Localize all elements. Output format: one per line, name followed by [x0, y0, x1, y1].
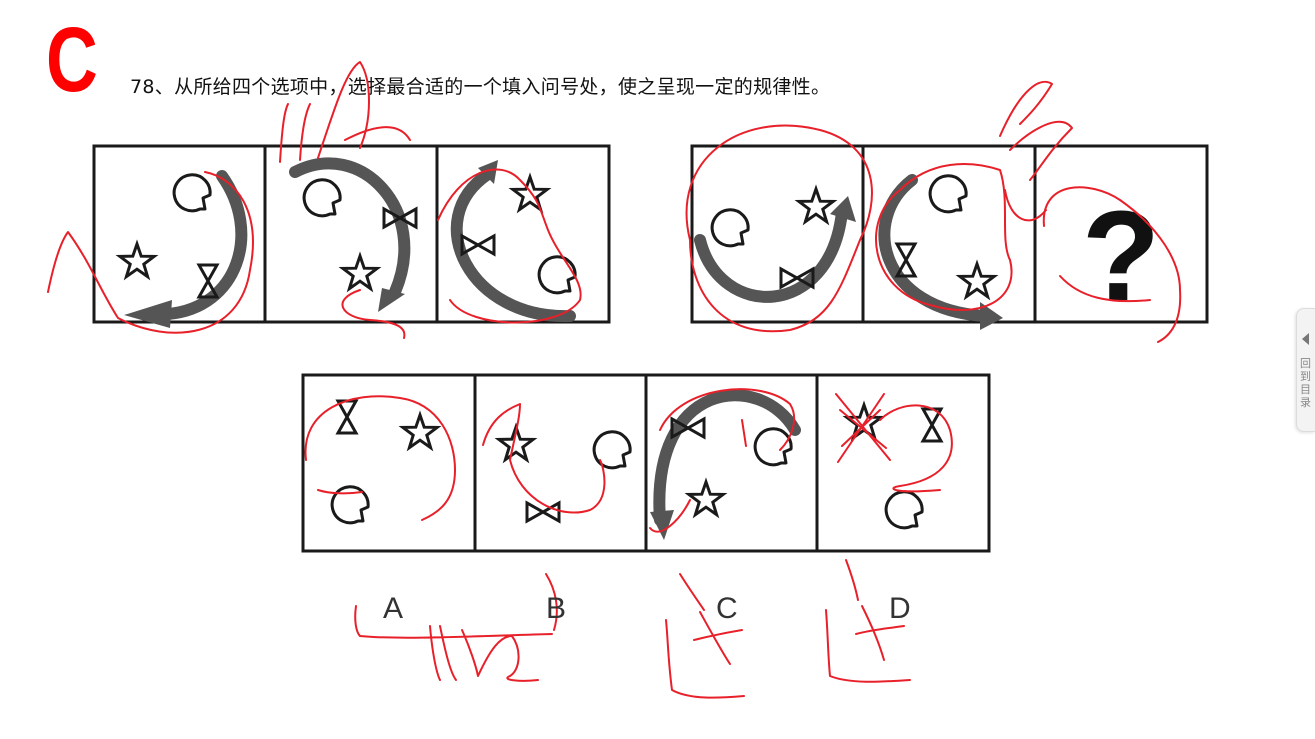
curved-arrow-icon — [694, 206, 848, 303]
option-label-a: A — [383, 592, 404, 625]
star-icon — [845, 403, 883, 440]
star-icon — [401, 413, 439, 450]
bowtie-icon — [197, 263, 219, 299]
bowtie-icon — [460, 234, 496, 256]
options-panels — [301, 373, 991, 553]
option-c-panel[interactable] — [650, 389, 801, 540]
circle-hook-icon — [592, 430, 632, 470]
circle-hook-icon — [302, 178, 342, 218]
option-label-c: C — [716, 592, 738, 625]
side-return-tab[interactable]: 回到目录 — [1296, 308, 1315, 432]
option-b-panel[interactable] — [497, 425, 632, 523]
star-icon — [687, 480, 725, 517]
circle-hook-icon — [710, 208, 750, 248]
star-icon — [958, 262, 996, 299]
chevron-left-icon — [1302, 333, 1309, 345]
curved-arrow-icon — [450, 168, 576, 323]
bowtie-icon — [895, 242, 917, 278]
option-label-b: B — [546, 592, 567, 625]
circle-hook-icon — [884, 490, 924, 530]
curved-arrow-icon — [653, 389, 801, 526]
star-icon — [797, 187, 835, 224]
circle-hook-icon — [753, 427, 793, 467]
bowtie-icon — [525, 501, 561, 523]
handwritten-annotations — [47, 61, 1182, 699]
circle-hook-icon — [928, 174, 968, 214]
question-mark: ? — [1082, 185, 1160, 328]
puzzle-figure: ? — [47, 61, 1209, 699]
side-tab-label: 回到目录 — [1300, 357, 1311, 409]
option-label-d: D — [889, 592, 911, 625]
star-icon — [511, 175, 549, 212]
bowtie-icon — [336, 399, 358, 435]
option-a-panel[interactable] — [330, 399, 439, 525]
circle-hook-icon — [537, 255, 577, 295]
star-icon — [118, 242, 156, 279]
sequence-panels-right: ? — [690, 144, 1209, 330]
sequence-panels-left — [92, 144, 611, 328]
circle-hook-icon — [172, 173, 212, 213]
star-icon — [341, 254, 379, 291]
